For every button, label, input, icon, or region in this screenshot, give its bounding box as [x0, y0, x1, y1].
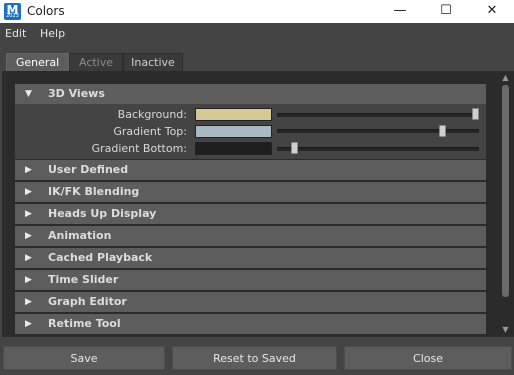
expand-triangle-icon: ▶	[25, 187, 32, 197]
section-header-3d-views[interactable]: ▼ 3D Views	[15, 84, 486, 104]
expand-triangle-icon: ▶	[25, 165, 32, 175]
section-header-graph-editor[interactable]: ▶ Graph Editor	[15, 292, 486, 312]
close-button[interactable]: Close	[344, 346, 512, 370]
close-window-button[interactable]: ✕	[469, 0, 514, 23]
background-color-swatch[interactable]	[195, 108, 272, 121]
expand-triangle-icon: ▶	[25, 231, 32, 241]
section-header-heads-up-display[interactable]: ▶ Heads Up Display	[15, 204, 486, 224]
menu-edit[interactable]: Edit	[5, 27, 26, 41]
gradient-top-color-swatch[interactable]	[195, 125, 272, 138]
background-label: Background:	[117, 108, 187, 121]
gradient-bottom-slider[interactable]	[277, 147, 479, 151]
gradient-bottom-label: Gradient Bottom:	[91, 142, 187, 155]
menu-bar: Edit Help	[0, 23, 514, 45]
tab-inactive[interactable]: Inactive	[123, 53, 183, 71]
section-label: IK/FK Blending	[48, 185, 140, 198]
scroll-down-arrow-icon[interactable]: ▼	[497, 323, 514, 337]
section-label: Cached Playback	[48, 251, 153, 264]
expand-triangle-icon: ▶	[25, 275, 32, 285]
vertical-scrollbar[interactable]: ▲ ▼	[497, 71, 514, 337]
minimize-button[interactable]: —	[377, 0, 423, 23]
background-slider-handle[interactable]	[472, 108, 479, 120]
section-label: Animation	[48, 229, 112, 242]
section-label: Heads Up Display	[48, 207, 157, 220]
expand-triangle-icon: ▶	[25, 297, 32, 307]
gradient-top-label: Gradient Top:	[113, 125, 187, 138]
section-label: Time Slider	[48, 273, 119, 286]
gradient-bottom-slider-handle[interactable]	[290, 142, 298, 154]
expand-triangle-icon: ▶	[25, 319, 32, 329]
maximize-button[interactable]: ☐	[423, 0, 469, 23]
section-header-user-defined[interactable]: ▶ User Defined	[15, 160, 486, 180]
maya-app-icon: M 2023	[4, 3, 21, 20]
background-slider[interactable]	[277, 113, 479, 117]
gradient-top-slider-handle[interactable]	[438, 125, 446, 137]
reset-to-saved-button[interactable]: Reset to Saved	[172, 346, 337, 370]
section-label: Retime Tool	[48, 317, 121, 330]
collapse-triangle-icon: ▼	[25, 89, 32, 99]
section-label: User Defined	[48, 163, 129, 176]
section-header-retime-tool[interactable]: ▶ Retime Tool	[15, 314, 486, 334]
tab-general[interactable]: General	[6, 53, 69, 71]
window-title: Colors	[27, 4, 65, 18]
expand-triangle-icon: ▶	[25, 253, 32, 263]
title-bar: M 2023 Colors — ☐ ✕	[0, 0, 514, 23]
expand-triangle-icon: ▶	[25, 209, 32, 219]
menu-help[interactable]: Help	[40, 27, 65, 41]
section-header-time-slider[interactable]: ▶ Time Slider	[15, 270, 486, 290]
gradient-bottom-color-swatch[interactable]	[195, 142, 272, 155]
section-header-cached-playback[interactable]: ▶ Cached Playback	[15, 248, 486, 268]
gradient-top-slider[interactable]	[277, 129, 479, 133]
tab-active: Active	[69, 53, 123, 71]
section-header-ik-fk-blending[interactable]: ▶ IK/FK Blending	[15, 182, 486, 202]
scrollbar-thumb[interactable]	[502, 85, 509, 297]
section-label: 3D Views	[48, 87, 105, 100]
section-header-animation[interactable]: ▶ Animation	[15, 226, 486, 246]
save-button[interactable]: Save	[3, 346, 165, 370]
section-label: Graph Editor	[48, 295, 127, 308]
scroll-up-arrow-icon[interactable]: ▲	[497, 71, 514, 85]
